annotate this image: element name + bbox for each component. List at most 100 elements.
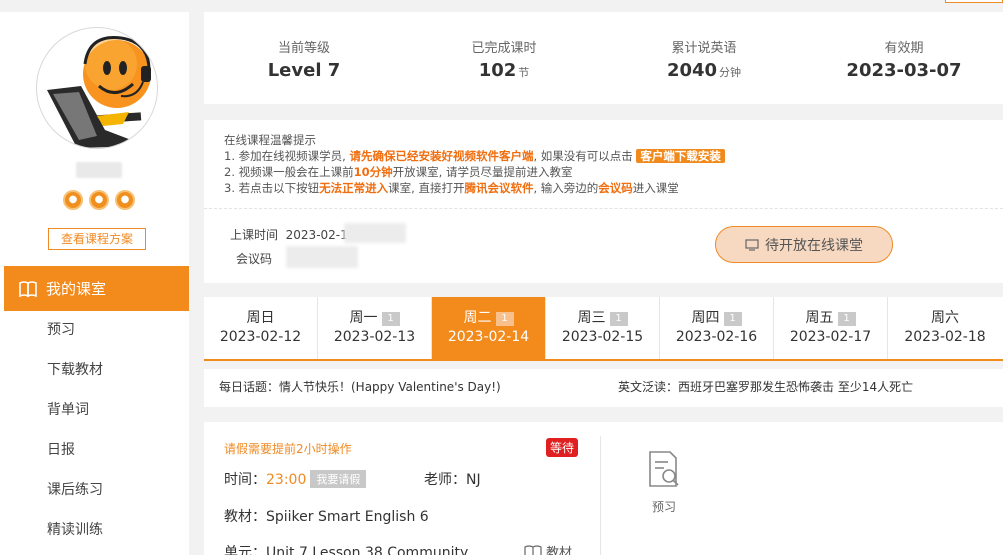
weekday-label: 周六 xyxy=(931,310,959,326)
medal-row: ● ● ● xyxy=(63,190,135,210)
stat-expiry: 有效期 2023-03-07 xyxy=(804,37,1003,81)
tab-day-sun[interactable]: 周日 2023-02-12 xyxy=(204,297,318,359)
weekday-row: 周四 1 xyxy=(660,307,773,329)
notice-highlight: 请先确保已经安装好视频软件客户端 xyxy=(349,149,534,163)
status-badge: 等待 xyxy=(546,438,579,457)
medal-icon: ● xyxy=(89,190,109,210)
reading-topic[interactable]: 英文泛读：西班牙巴塞罗那发生恐怖袭击 至少14人死亡 xyxy=(618,378,913,395)
leave-note: 请假需要提前2小时操作 xyxy=(224,442,352,456)
weekday-row: 周二 1 xyxy=(432,307,545,329)
sidebar-item-vocabulary[interactable]: 背单词 xyxy=(47,398,103,438)
lesson-count-badge: 1 xyxy=(837,312,856,326)
medal-icon: ● xyxy=(115,190,135,210)
date-label: 2023-02-17 xyxy=(789,329,872,345)
notice-text-span: 课室, 直接打开 xyxy=(388,181,465,195)
notice-line-2: 2. 视频课一般会在上课前10分钟开放课室, 请学员尽量提前进入教室 xyxy=(224,164,725,180)
date-label: 2023-02-13 xyxy=(333,329,416,345)
date-label: 2023-02-16 xyxy=(675,329,758,345)
teacher-label: 老师：NJ xyxy=(424,472,481,488)
class-time-row: 上课时间 2023-02-1 xyxy=(230,226,348,243)
material-button[interactable]: 教材 xyxy=(524,542,572,555)
material-button-label: 教材 xyxy=(546,546,573,555)
stat-level: 当前等级 Level 7 xyxy=(204,37,404,81)
daily-topic[interactable]: 每日话题：情人节快乐！(Happy Valentine's Day!) xyxy=(219,378,501,395)
online-classroom-label: 待开放在线课堂 xyxy=(765,237,863,254)
notice-highlight: 10分钟 xyxy=(353,165,393,179)
request-leave-button[interactable]: 我要请假 xyxy=(310,470,367,488)
weekday-label: 周二 xyxy=(463,310,492,326)
tab-day-sat[interactable]: 周六 2023-02-18 xyxy=(888,297,1002,359)
notice-text-span: 开放课室, 请学员尽量提前进入教室 xyxy=(392,165,573,179)
my-class-nav[interactable]: 我的课室 xyxy=(4,266,189,311)
date-label: 2023-02-12 xyxy=(219,329,302,345)
tab-day-tue[interactable]: 周二 1 2023-02-14 xyxy=(432,297,546,359)
date-label: 2023-02-15 xyxy=(561,329,644,345)
notice-text-span: 3. 若点击以下按钮 xyxy=(224,181,320,195)
notice-text-span: 1. 参加在线视频课学员, xyxy=(224,149,350,163)
weekday-label: 周四 xyxy=(691,310,720,326)
sidebar-item-intensive-reading[interactable]: 精读训练 xyxy=(47,518,103,555)
sidebar-item-preview[interactable]: 预习 xyxy=(47,318,103,358)
time-value: 23:00 xyxy=(266,472,307,488)
notice-highlight: 会议码 xyxy=(598,181,633,195)
notice-line-1: 1. 参加在线视频课学员, 请先确保已经安装好视频软件客户端, 如果没有可以点击… xyxy=(224,148,725,164)
weekday-row: 周五 1 xyxy=(774,307,887,329)
lesson-count-badge: 1 xyxy=(609,312,628,326)
stats-panel: 当前等级 Level 7 已完成课时 102 节 累计说英语 2040 分钟 有效期… xyxy=(204,12,1003,104)
stat-label: 已完成课时 xyxy=(471,41,537,56)
sidebar-item-daily-report[interactable]: 日报 xyxy=(47,438,103,478)
lesson-time-row: 时间：23:00 我要请假 xyxy=(224,469,367,489)
notice-line-3: 3. 若点击以下按钮无法正常进入课室, 直接打开腾讯会议软件, 输入旁边的会议码… xyxy=(224,180,725,196)
sidebar-item-download-materials[interactable]: 下载教材 xyxy=(47,358,103,398)
weekday-label: 周三 xyxy=(577,310,606,326)
preview-label: 预习 xyxy=(651,500,676,514)
client-download-button[interactable]: 客户端下载安装 xyxy=(636,149,725,163)
sidebar-item-homework[interactable]: 课后练习 xyxy=(47,478,103,518)
top-button-edge[interactable] xyxy=(945,0,1003,3)
notice-highlight: 无法正常进入 xyxy=(319,181,389,195)
lesson-count-badge: 1 xyxy=(495,312,514,326)
class-time-value: 2023-02-1 xyxy=(285,228,348,242)
notice-panel: 在线课程温馨提示 1. 参加在线视频课学员, 请先确保已经安装好视频软件客户端,… xyxy=(204,120,1003,283)
preview-button[interactable]: 预习 xyxy=(644,450,684,515)
weekday-row: 周一 1 xyxy=(318,307,431,329)
dashed-divider xyxy=(204,208,1003,209)
week-tabs: 周日 2023-02-12 周一 1 2023-02-13 周二 1 2023-02… xyxy=(204,297,1003,361)
tab-day-wed[interactable]: 周三 1 2023-02-15 xyxy=(546,297,660,359)
notice-text: 在线课程温馨提示 1. 参加在线视频课学员, 请先确保已经安装好视频软件客户端,… xyxy=(224,132,725,196)
stat-value: 2023-03-07 xyxy=(846,60,962,81)
book-icon xyxy=(524,544,542,555)
sidebar: ● ● ● 查看课程方案 我的课室 预习 下载教材 背单词 日报 课后练习 精读… xyxy=(0,12,189,555)
tab-day-thu[interactable]: 周四 1 2023-02-16 xyxy=(660,297,774,359)
meeting-code-redacted xyxy=(286,246,358,268)
lesson-card: 请假需要提前2小时操作 等待 时间：23:00 我要请假 老师：NJ 教材：Spi… xyxy=(204,422,1003,555)
weekday-label: 周一 xyxy=(349,310,378,326)
stat-label: 有效期 xyxy=(884,41,924,56)
stat-label: 累计说英语 xyxy=(671,41,737,56)
sidebar-menu: 预习 下载教材 背单词 日报 课后练习 精读训练 xyxy=(47,318,103,555)
stat-value: 102 xyxy=(478,60,517,81)
tab-day-fri[interactable]: 周五 1 2023-02-17 xyxy=(774,297,888,359)
weekday-label: 周日 xyxy=(246,310,275,326)
notice-text-span: 进入课堂 xyxy=(632,181,679,195)
username-redacted xyxy=(76,162,122,178)
view-course-plan-button[interactable]: 查看课程方案 xyxy=(48,228,146,250)
stat-english-minutes: 累计说英语 2040 分钟 xyxy=(604,37,804,81)
notice-text-span: 2. 视频课一般会在上课前 xyxy=(224,165,354,179)
tab-day-mon[interactable]: 周一 1 2023-02-13 xyxy=(318,297,432,359)
book-icon xyxy=(19,280,37,297)
class-time-redacted xyxy=(344,223,406,243)
notice-text-span: , 输入旁边的 xyxy=(533,181,599,195)
avatar xyxy=(36,27,158,149)
date-label: 2023-02-14 xyxy=(447,329,530,345)
mascot-image xyxy=(47,36,151,148)
online-classroom-button[interactable]: 待开放在线课堂 xyxy=(715,226,893,263)
medal-icon: ● xyxy=(63,190,83,210)
lesson-count-badge: 1 xyxy=(381,312,400,326)
weekday-label: 周五 xyxy=(805,310,834,326)
my-class-label: 我的课室 xyxy=(46,280,107,298)
document-search-icon xyxy=(649,451,679,487)
stat-unit: 分钟 xyxy=(719,66,742,79)
notice-highlight: 腾讯会议软件 xyxy=(464,181,534,195)
lesson-count-badge: 1 xyxy=(723,312,742,326)
